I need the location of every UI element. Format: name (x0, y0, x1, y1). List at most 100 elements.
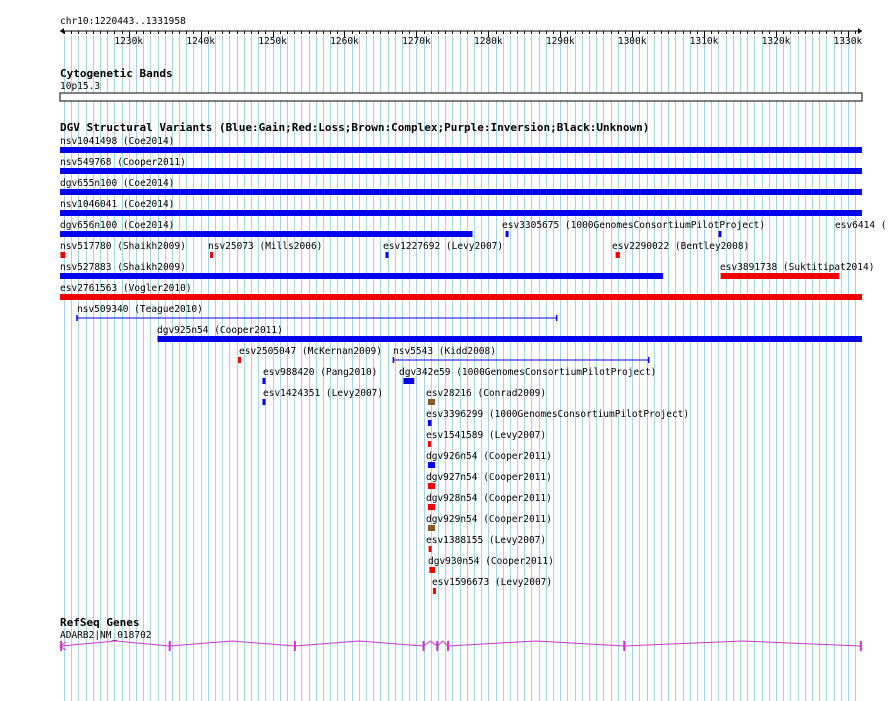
dgv-variant-label: dgv926n54 (Cooper2011) (426, 451, 552, 462)
ruler-tick-label: 1230k (114, 36, 143, 47)
ruler-tick-label: 1300k (618, 36, 647, 47)
genome-browser-canvas[interactable]: chr10:1220443..1331958 1230k 1240k 1250k 12… (0, 0, 890, 701)
dgv-variant[interactable]: esv988420 (Pang2010) (262, 367, 378, 384)
dgv-variant[interactable]: esv3396299 (1000GenomesConsortiumPilotPr… (426, 409, 689, 426)
dgv-variant[interactable]: esv3305675 (1000GenomesConsortiumPilotPr… (502, 220, 765, 237)
ruler-tick-label: 1290k (546, 36, 575, 47)
dgv-variant-label: dgv656n100 (Coe2014) (60, 220, 174, 231)
exon-mark (168, 641, 171, 651)
refseq-track-title: RefSeq Genes (60, 616, 139, 629)
dgv-variant-label: dgv927n54 (Cooper2011) (426, 472, 552, 483)
dgv-variant[interactable]: esv28216 (Conrad2009) (426, 388, 546, 405)
dgv-variant-bar (429, 567, 436, 573)
dgv-variant-label: esv28216 (Conrad2009) (426, 388, 546, 399)
dgv-variant-bar (60, 168, 862, 174)
cytoband-label: 10p15.3 (60, 81, 100, 92)
ruler-left-arrow-icon (60, 28, 64, 34)
dgv-variant-label: dgv928n54 (Cooper2011) (426, 493, 552, 504)
dgv-variant-bar (60, 147, 862, 153)
dgv-variant-label: esv2290022 (Bentley2008) (612, 241, 749, 252)
dgv-variant-bar (427, 441, 431, 447)
dgv-variant-bar (262, 378, 266, 384)
dgv-variant-bar (427, 504, 436, 510)
dgv-variant-bar (427, 420, 432, 426)
dgv-variant-bar (60, 252, 66, 258)
dgv-variant-bar (427, 525, 436, 531)
exon-mark (859, 641, 862, 651)
ruler-right-arrow-icon (858, 28, 862, 34)
dgv-variant[interactable]: esv1541589 (Levy2007) (426, 430, 546, 447)
cytoband-track-title: Cytogenetic Bands (60, 67, 173, 80)
dgv-variant-bar (427, 483, 436, 489)
ruler-tick-label: 1270k (402, 36, 431, 47)
dgv-variant[interactable]: dgv925n54 (Cooper2011) (157, 325, 863, 342)
dgv-variant[interactable]: esv1227692 (Levy2007) (383, 241, 503, 258)
dgv-variant-bar (615, 252, 620, 258)
dgv-variant-label: dgv930n54 (Cooper2011) (428, 556, 554, 567)
dgv-variant-label: dgv925n54 (Cooper2011) (157, 325, 283, 336)
dgv-variant-label: esv1424351 (Levy2007) (263, 388, 383, 399)
dgv-variant-label: dgv342e59 (1000GenomesConsortiumPilotPro… (399, 367, 656, 378)
dgv-variant-label: nsv527883 (Shaikh2009) (60, 262, 186, 273)
dgv-variant-bar (427, 399, 436, 405)
dgv-variant-label: nsv549768 (Cooper2011) (60, 157, 186, 168)
dgv-variant-bar (718, 231, 722, 237)
dgv-variant-label: esv988420 (Pang2010) (263, 367, 377, 378)
exon-mark (447, 641, 450, 651)
dgv-variant[interactable]: nsv5543 (Kidd2008) (392, 346, 650, 363)
intron-line (61, 640, 170, 647)
dgv-variant-bar (505, 231, 509, 237)
ruler-tick-label: 1310k (690, 36, 719, 47)
dgv-variant-bar (60, 294, 862, 300)
ruler-tick-label: 1250k (258, 36, 287, 47)
dgv-variant[interactable]: nsv527883 (Shaikh2009) (60, 262, 664, 279)
dgv-track-title: DGV Structural Variants (Blue:Gain;Red:L… (60, 121, 649, 134)
dgv-variant-label: esv2505047 (McKernan2009) (239, 346, 382, 357)
exon-mark (436, 641, 439, 651)
dgv-variant[interactable]: dgv342e59 (1000GenomesConsortiumPilotPro… (399, 367, 656, 384)
dgv-variant-bar (403, 378, 415, 384)
dgv-variant-label: nsv25073 (Mills2006) (208, 241, 322, 252)
dgv-variant[interactable]: esv1388155 (Levy2007) (426, 535, 546, 552)
ruler-ticks: 1230k 1240k 1250k 1260k 1270k 1280k 1290k 1300k… (64, 31, 863, 47)
dgv-variant-label: dgv655n100 (Coe2014) (60, 178, 174, 189)
ruler-tick-label: 1280k (474, 36, 503, 47)
dgv-variant[interactable]: esv3891738 (Suktitipat2014) (720, 262, 874, 279)
dgv-variant-label: esv2761563 (Vogler2010) (60, 283, 192, 294)
dgv-variant-label: nsv509340 (Teague2010) (77, 304, 203, 315)
ruler-tick-label: 1330k (834, 36, 863, 47)
intron-line (624, 640, 861, 647)
dgv-variant-label: dgv929n54 (Cooper2011) (426, 514, 552, 525)
ruler-tick-label: 1320k (762, 36, 791, 47)
dgv-variant-bar (210, 252, 214, 258)
dgv-variant-bar (60, 189, 862, 195)
dgv-variant-bar (385, 252, 389, 258)
dgv-variant[interactable]: dgv656n100 (Coe2014) (60, 220, 473, 237)
dgv-variant-label: nsv5543 (Kidd2008) (393, 346, 496, 357)
dgv-variant-label: esv1388155 (Levy2007) (426, 535, 546, 546)
dgv-variant-bar (432, 588, 436, 594)
dgv-variant-bar (238, 357, 242, 363)
ruler-tick-label: 1260k (330, 36, 359, 47)
dgv-variant[interactable]: esv1596673 (Levy2007) (432, 577, 552, 594)
ruler-tick-label: 1240k (186, 36, 215, 47)
intron-line (423, 640, 438, 647)
dgv-variant-label: nsv1041498 (Coe2014) (60, 136, 174, 147)
ruler-track: chr10:1220443..1331958 1230k 1240k 1250k 12… (60, 16, 862, 47)
dgv-variant-label: esv1227692 (Levy2007) (383, 241, 503, 252)
dgv-variant[interactable]: esv2505047 (McKernan2009) (238, 346, 382, 363)
dgv-variant-label: esv3305675 (1000GenomesConsortiumPilotPr… (502, 220, 765, 231)
cytoband-bar[interactable] (59, 92, 863, 102)
dgv-variant-label: esv1596673 (Levy2007) (432, 577, 552, 588)
intron-line (169, 640, 295, 647)
dgv-variant-bar (60, 231, 473, 237)
dgv-variant-label: nsv517780 (Shaikh2009) (60, 241, 186, 252)
dgv-variant[interactable]: dgv930n54 (Cooper2011) (428, 556, 554, 573)
dgv-variant-bar (60, 273, 664, 279)
dgv-variant-label: esv3396299 (1000GenomesConsortiumPilotPr… (426, 409, 689, 420)
exon-mark (293, 641, 296, 651)
exon-mark (422, 641, 425, 651)
dgv-variant-label: nsv1046041 (Coe2014) (60, 199, 174, 210)
dgv-variant-bar (427, 462, 436, 468)
dgv-variant-label: esv6414 ( (835, 220, 886, 231)
